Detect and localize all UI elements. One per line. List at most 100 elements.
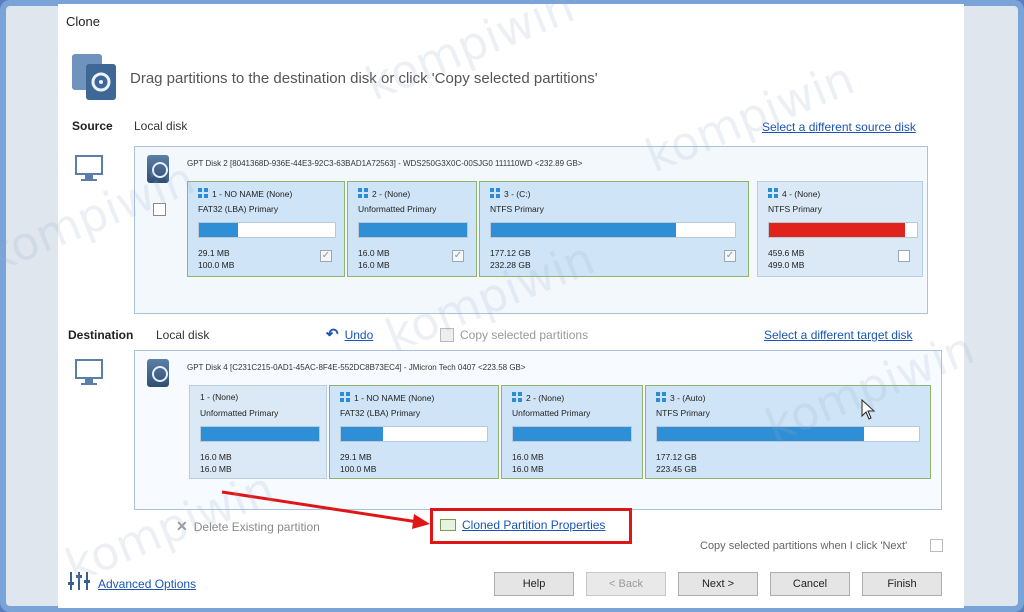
usage-bar: [768, 222, 918, 238]
partition-title: 1 - NO NAME (None): [354, 393, 435, 403]
copy-selected-button[interactable]: Copy selected partitions: [440, 328, 588, 342]
usage-bar: [656, 426, 920, 442]
source-disk-header: GPT Disk 2 [8041368D-936E-44E3-92C3-63BA…: [187, 159, 583, 168]
instruction-text: Drag partitions to the destination disk …: [130, 70, 598, 87]
partition-size: 499.0 MB: [768, 260, 805, 270]
partition-checkbox[interactable]: ✓: [724, 250, 736, 262]
partition-title: 3 - (Auto): [670, 393, 706, 403]
select-target-disk-link[interactable]: Select a different target disk: [764, 328, 913, 342]
partition-checkbox[interactable]: ✓: [452, 250, 464, 262]
source-partition-2[interactable]: 2 - (None) Unformatted Primary 16.0 MB 1…: [347, 181, 477, 277]
windows-icon: [340, 392, 350, 402]
usage-fill: [769, 223, 906, 237]
source-partition-4[interactable]: 4 - (None) NTFS Primary 459.6 MB 499.0 M…: [757, 181, 923, 277]
partition-fs: Unformatted Primary: [358, 204, 437, 214]
advanced-options-label: Advanced Options: [98, 576, 197, 591]
usage-bar: [490, 222, 736, 238]
partition-size: 232.28 GB: [490, 260, 531, 270]
partition-size: 100.0 MB: [198, 260, 235, 270]
partition-title: 2 - (None): [526, 393, 565, 403]
advanced-options-button[interactable]: Advanced Options: [66, 570, 196, 597]
partition-fs: Unformatted Primary: [512, 408, 591, 418]
partition-name: 2 - (None): [512, 392, 564, 403]
window-title: Clone: [66, 14, 100, 29]
clone-icon: [70, 50, 122, 102]
source-label: Source: [72, 119, 113, 133]
delete-existing-label: Delete Existing partition: [193, 519, 320, 534]
partition-name: 3 - (Auto): [656, 392, 705, 403]
destination-disk-label: Local disk: [156, 328, 210, 342]
next-button[interactable]: Next >: [678, 572, 758, 596]
usage-bar: [358, 222, 468, 238]
partition-used: 16.0 MB: [200, 452, 232, 462]
undo-icon: ↶: [326, 326, 339, 343]
clone-dialog: Clone Drag partitions to the destination…: [58, 4, 964, 608]
cancel-button[interactable]: Cancel: [770, 572, 850, 596]
delete-x-icon: ✕: [176, 518, 188, 534]
undo-button[interactable]: ↶ Undo: [326, 326, 374, 343]
partition-used: 177.12 GB: [656, 452, 697, 462]
destination-disk-icon: [147, 359, 169, 387]
usage-fill: [657, 427, 864, 441]
undo-label: Undo: [344, 328, 374, 342]
destination-partition-4[interactable]: 3 - (Auto) NTFS Primary 177.12 GB 223.45…: [645, 385, 931, 479]
partition-used: 29.1 MB: [198, 248, 230, 258]
partition-size: 16.0 MB: [512, 464, 544, 474]
cloned-properties-button[interactable]: Cloned Partition Properties: [440, 518, 605, 532]
windows-icon: [358, 188, 368, 198]
partition-used: 16.0 MB: [358, 248, 390, 258]
copy-on-next-checkbox[interactable]: [930, 539, 943, 552]
partition-fs: NTFS Primary: [656, 408, 710, 418]
windows-icon: [512, 392, 522, 402]
sliders-icon: [66, 570, 92, 597]
partition-size: 100.0 MB: [340, 464, 377, 474]
destination-partition-2[interactable]: 1 - NO NAME (None) FAT32 (LBA) Primary 2…: [329, 385, 499, 479]
delete-existing-button[interactable]: ✕ Delete Existing partition: [176, 518, 320, 535]
usage-bar: [340, 426, 488, 442]
partition-used: 177.12 GB: [490, 248, 531, 258]
help-button[interactable]: Help: [494, 572, 574, 596]
partition-fs: FAT32 (LBA) Primary: [198, 204, 279, 214]
partition-title: 1 - NO NAME (None): [212, 189, 293, 199]
partition-fs: NTFS Primary: [490, 204, 544, 214]
source-partition-3[interactable]: 3 - (C:) NTFS Primary 177.12 GB 232.28 G…: [479, 181, 749, 277]
windows-icon: [490, 188, 500, 198]
destination-disk-header: GPT Disk 4 [C231C215-0AD1-45AC-8F4E-552D…: [187, 363, 526, 372]
windows-icon: [656, 392, 666, 402]
partition-name: 4 - (None): [768, 188, 820, 199]
usage-fill: [359, 223, 467, 237]
cloned-properties-label: Cloned Partition Properties: [462, 518, 606, 532]
partition-title: 1 - (None): [200, 392, 239, 402]
usage-bar: [512, 426, 632, 442]
usage-fill: [341, 427, 384, 441]
partition-checkbox[interactable]: ✓: [320, 250, 332, 262]
partition-used: 16.0 MB: [512, 452, 544, 462]
destination-partition-1[interactable]: 1 - (None) Unformatted Primary 16.0 MB 1…: [189, 385, 327, 479]
usage-bar: [198, 222, 336, 238]
copy-selected-label: Copy selected partitions: [460, 328, 589, 342]
partition-name: 2 - (None): [358, 188, 410, 199]
source-disk-panel: GPT Disk 2 [8041368D-936E-44E3-92C3-63BA…: [134, 146, 928, 314]
partition-name: 1 - NO NAME (None): [340, 392, 434, 403]
source-partition-1[interactable]: 1 - NO NAME (None) FAT32 (LBA) Primary 2…: [187, 181, 345, 277]
partition-title: 4 - (None): [782, 189, 821, 199]
source-disk-icon: [147, 155, 169, 183]
partition-title: 3 - (C:): [504, 189, 531, 199]
partition-fs: NTFS Primary: [768, 204, 822, 214]
back-button[interactable]: < Back: [586, 572, 666, 596]
finish-button[interactable]: Finish: [862, 572, 942, 596]
select-source-disk-link[interactable]: Select a different source disk: [762, 120, 916, 134]
source-disk-checkbox[interactable]: [153, 203, 166, 216]
source-monitor-icon: [74, 154, 104, 181]
partition-name: 3 - (C:): [490, 188, 530, 199]
partition-fs: Unformatted Primary: [200, 408, 279, 418]
partition-checkbox[interactable]: ✓: [898, 250, 910, 262]
partition-size: 16.0 MB: [200, 464, 232, 474]
destination-partition-3[interactable]: 2 - (None) Unformatted Primary 16.0 MB 1…: [501, 385, 643, 479]
usage-fill: [491, 223, 677, 237]
partition-size: 16.0 MB: [358, 260, 390, 270]
usage-fill: [513, 427, 631, 441]
partition-used: 29.1 MB: [340, 452, 372, 462]
source-disk-label: Local disk: [134, 119, 188, 133]
properties-icon: [440, 519, 456, 531]
